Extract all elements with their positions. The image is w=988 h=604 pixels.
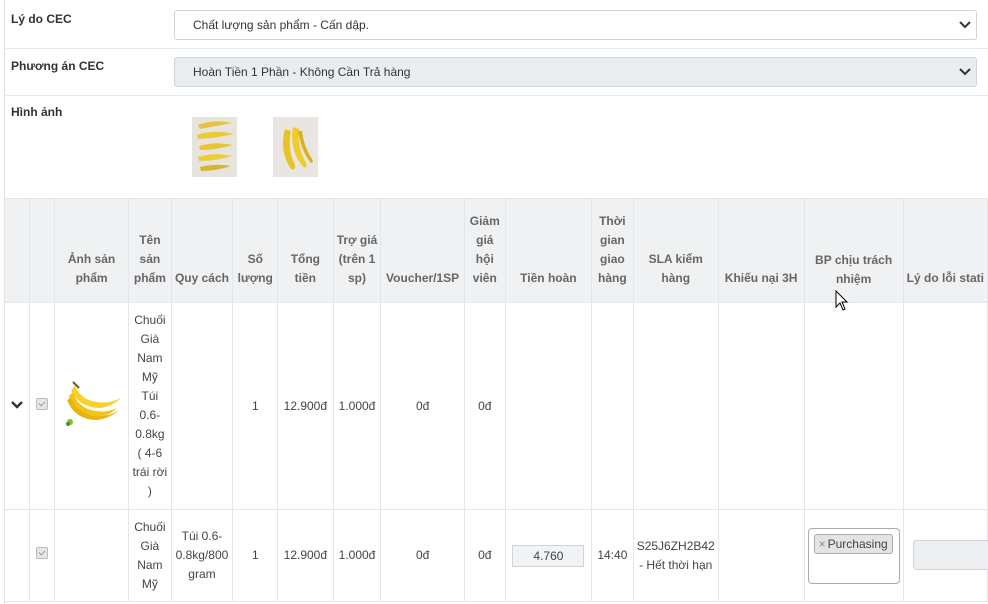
col-name-header: Tên sản phẩm [128, 198, 172, 303]
expand-cell[interactable] [4, 302, 30, 510]
product-voucher-cell: 0đ [380, 302, 465, 510]
product-voucher-cell: 0đ [380, 509, 465, 602]
select-cell [28, 509, 55, 602]
product-member-discount-cell: 0đ [463, 302, 506, 510]
product-responsible-cell: × Purchasing [803, 509, 904, 602]
col-refund-header: Tiền hoàn [504, 198, 593, 303]
col-total-header: Tổng tiền [277, 198, 334, 303]
product-table: Ảnh sản phẩm Tên sản phẩm Quy cách Số lư… [4, 198, 988, 602]
plan-row: Phương án CEC Hoàn Tiền 1 Phần - Không C… [4, 48, 988, 96]
col-image-header: Ảnh sản phẩm [53, 198, 130, 303]
col-expand-header [4, 198, 30, 303]
product-refund-cell [504, 302, 593, 510]
product-refund-cell: 4.760 [504, 509, 593, 602]
product-member-discount-cell: 0đ [463, 509, 506, 602]
row-checkbox[interactable] [35, 397, 48, 410]
col-subsidy-header: Trợ giá (trên 1 sp) [332, 198, 382, 303]
reason-select-value: Chất lượng sản phẩm - Cấn dập. [193, 18, 369, 32]
col-spec-header: Quy cách [170, 198, 234, 303]
product-qty-cell: 1 [232, 509, 279, 602]
product-subsidy-cell: 1.000đ [332, 302, 382, 510]
product-delivery-cell: 14:40 [591, 509, 634, 602]
product-spec-cell: Túi 0.6-0.8kg/800 gram [170, 509, 234, 602]
product-error-reason-cell [902, 302, 988, 510]
reason-label: Lý do CEC [11, 12, 72, 26]
product-image-cell [53, 302, 130, 510]
responsible-tag-label: Purchasing [827, 536, 888, 551]
plan-select[interactable]: Hoàn Tiền 1 Phần - Không Cần Trả hàng [174, 57, 977, 87]
refund-amount-input[interactable]: 4.760 [512, 544, 585, 567]
product-sla-cell [632, 302, 719, 510]
table-row: Chuối Già Nam Mỹ Túi 0.6-0.8kg/800 gram … [4, 509, 988, 602]
error-reason-input[interactable] [913, 540, 988, 570]
product-complaint-cell [717, 302, 805, 510]
product-delivery-cell [591, 302, 634, 510]
evidence-image-1[interactable] [192, 117, 237, 177]
col-delivery-header: Thời gian giao hàng [591, 198, 634, 303]
product-sla-cell: S25J6ZH2B42 - Hết thời hạn [632, 509, 719, 602]
col-sla-header: SLA kiểm hàng [632, 198, 719, 303]
tag-remove-icon[interactable]: × [819, 537, 826, 551]
product-total-cell: 12.900đ [277, 509, 334, 602]
table-header-row: Ảnh sản phẩm Tên sản phẩm Quy cách Số lư… [4, 198, 988, 303]
product-spec-cell [170, 302, 234, 510]
evidence-image-2[interactable] [273, 117, 318, 177]
col-error-reason-header: Lý do lỗi stati [902, 198, 988, 303]
product-name-cell: Chuối Già Nam Mỹ Túi 0.6-0.8kg ( 4-6 trá… [128, 302, 172, 510]
col-qty-header: Số lượng [232, 198, 279, 303]
row-checkbox[interactable] [35, 547, 48, 559]
product-complaint-cell [717, 509, 805, 602]
col-voucher-header: Voucher/1SP [380, 198, 465, 303]
select-cell [28, 302, 55, 510]
product-responsible-cell [803, 302, 904, 510]
chevron-down-icon [959, 21, 971, 29]
plan-select-value: Hoàn Tiền 1 Phần - Không Cần Trả hàng [193, 65, 411, 79]
responsible-multiselect[interactable]: × Purchasing [807, 527, 900, 584]
responsible-tag: × Purchasing [813, 533, 893, 554]
expand-cell [4, 509, 30, 602]
reason-row: Lý do CEC Chất lượng sản phẩm - Cấn dập. [4, 0, 988, 49]
chevron-down-icon[interactable] [10, 400, 24, 410]
product-qty-cell: 1 [232, 302, 279, 510]
product-subsidy-cell: 1.000đ [332, 509, 382, 602]
images-row: Hình ảnh [4, 95, 988, 198]
reason-select[interactable]: Chất lượng sản phẩm - Cấn dập. [174, 10, 977, 40]
col-member-discount-header: Giảm giá hội viên [463, 198, 506, 303]
mouse-cursor-icon [835, 290, 849, 311]
plan-label: Phương án CEC [11, 59, 105, 73]
chevron-down-icon [959, 68, 971, 76]
col-responsible-header: BP chịu trách nhiệm [803, 198, 904, 303]
product-name-cell: Chuối Già Nam Mỹ [128, 509, 172, 602]
product-image-cell [53, 509, 130, 602]
product-total-cell: 12.900đ [277, 302, 334, 510]
banana-product-image[interactable] [61, 378, 123, 428]
table-row: Chuối Già Nam Mỹ Túi 0.6-0.8kg ( 4-6 trá… [4, 302, 988, 510]
images-label: Hình ảnh [11, 105, 63, 119]
col-select-header [28, 198, 55, 303]
col-complaint-header: Khiếu nại 3H [717, 198, 805, 303]
